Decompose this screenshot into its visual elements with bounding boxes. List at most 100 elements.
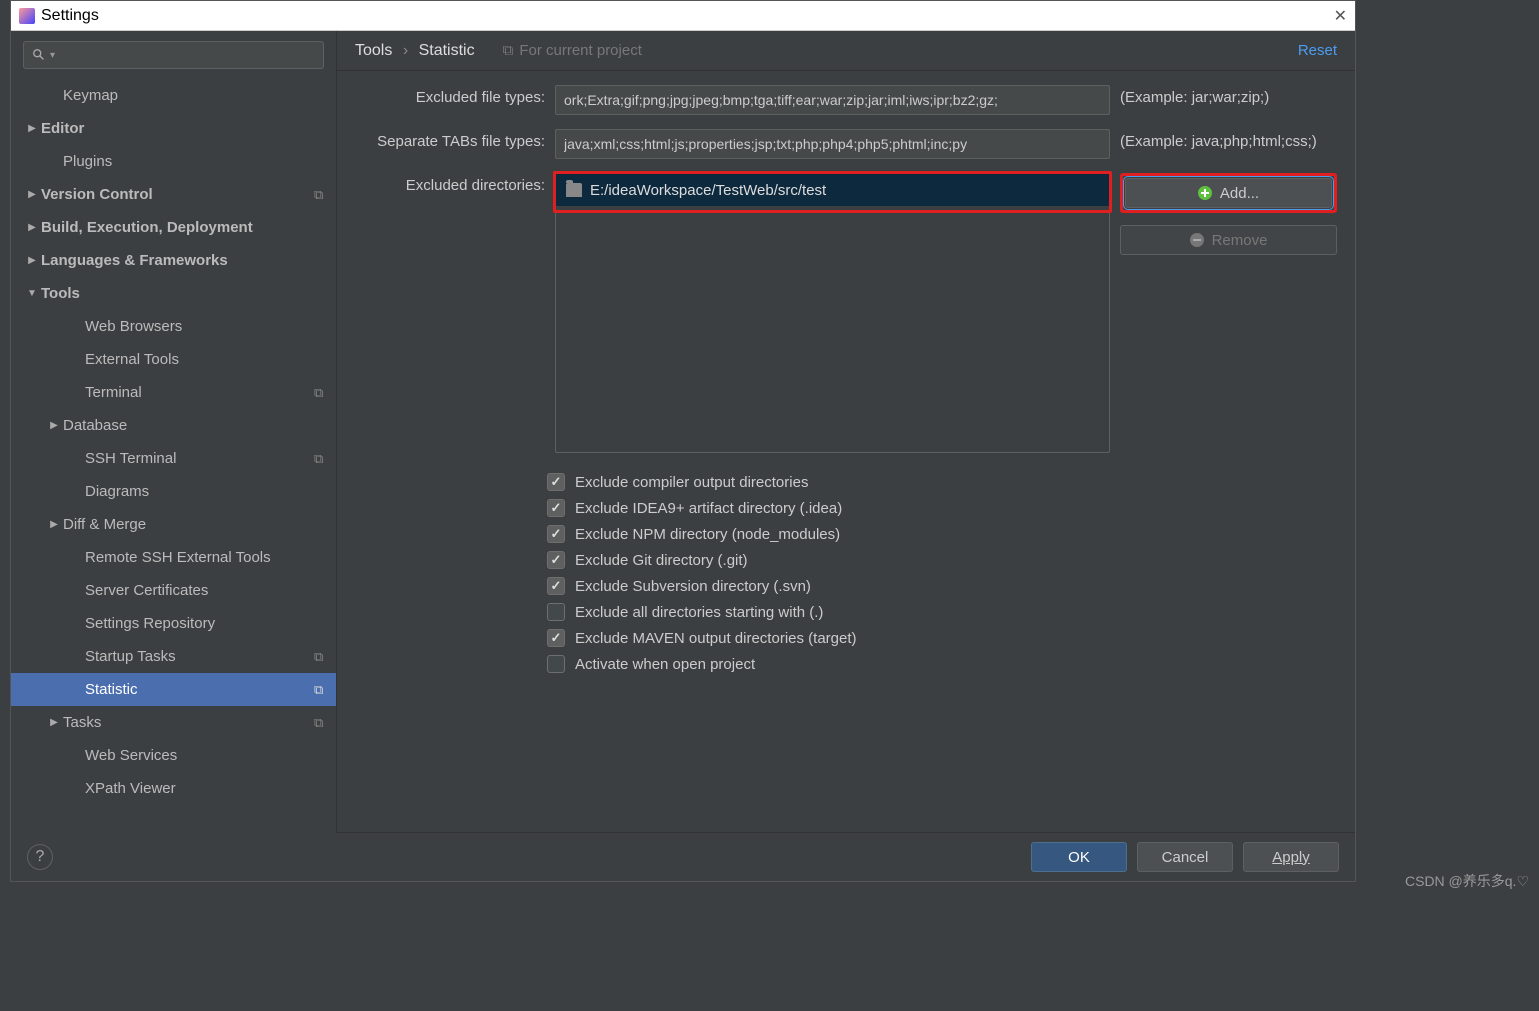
sidebar-item-label: Tasks — [63, 714, 314, 731]
sidebar-item-startup-tasks[interactable]: Startup Tasks⧉ — [11, 640, 336, 673]
add-button[interactable]: Add... — [1125, 178, 1332, 208]
sidebar-item-external-tools[interactable]: External Tools — [11, 343, 336, 376]
arrow-icon — [23, 189, 41, 200]
checkbox[interactable] — [547, 655, 565, 673]
sidebar-item-label: Tools — [41, 285, 336, 302]
settings-tree: Keymap Editor Plugins Version Control⧉ Build… — [11, 79, 336, 833]
sidebar-item-label: Editor — [41, 120, 336, 137]
breadcrumb: Tools › Statistic — [355, 42, 475, 60]
sidebar-item-diff-merge[interactable]: Diff & Merge — [11, 508, 336, 541]
check-row: Activate when open project — [547, 655, 1337, 673]
checkbox[interactable] — [547, 525, 565, 543]
sidebar-item-label: Terminal — [85, 384, 314, 401]
sidebar-item-label: Statistic — [85, 681, 314, 698]
close-icon[interactable]: ✕ — [1334, 6, 1347, 26]
checkbox-label: Exclude Git directory (.git) — [575, 552, 748, 569]
checkbox[interactable] — [547, 473, 565, 491]
checkbox-label: Exclude NPM directory (node_modules) — [575, 526, 840, 543]
sidebar-item-remote-ssh-external-tools[interactable]: Remote SSH External Tools — [11, 541, 336, 574]
sidebar-item-label: Settings Repository — [85, 615, 336, 632]
sidebar-item-server-certificates[interactable]: Server Certificates — [11, 574, 336, 607]
sidebar-item-languages-frameworks[interactable]: Languages & Frameworks — [11, 244, 336, 277]
sidebar-item-database[interactable]: Database — [11, 409, 336, 442]
sidebar-item-plugins[interactable]: Plugins — [11, 145, 336, 178]
separate-tabs-input[interactable] — [555, 129, 1110, 159]
search-input[interactable]: ▾ — [23, 41, 324, 69]
checkbox[interactable] — [547, 629, 565, 647]
excluded-types-example: (Example: jar;war;zip;) — [1120, 85, 1337, 106]
arrow-icon — [45, 519, 63, 530]
excluded-types-input[interactable] — [555, 85, 1110, 115]
sidebar-item-settings-repository[interactable]: Settings Repository — [11, 607, 336, 640]
separate-tabs-example: (Example: java;php;html;css;) — [1120, 129, 1337, 150]
arrow-icon — [23, 288, 41, 299]
window-title: Settings — [41, 7, 99, 25]
reset-link[interactable]: Reset — [1298, 42, 1337, 59]
sidebar-item-build-execution-deployment[interactable]: Build, Execution, Deployment — [11, 211, 336, 244]
check-row: Exclude Subversion directory (.svn) — [547, 577, 1337, 595]
sidebar-item-label: Server Certificates — [85, 582, 336, 599]
scope-icon: ⧉ — [314, 649, 336, 665]
sidebar-item-web-services[interactable]: Web Services — [11, 739, 336, 772]
arrow-icon — [23, 123, 41, 134]
sidebar-item-editor[interactable]: Editor — [11, 112, 336, 145]
remove-button[interactable]: Remove — [1120, 225, 1337, 255]
plus-icon — [1198, 186, 1212, 200]
scope-icon: ⧉ — [314, 715, 336, 731]
copy-icon: ⧉ — [503, 42, 514, 59]
highlight-box: Add... — [1120, 173, 1337, 213]
sidebar-item-keymap[interactable]: Keymap — [11, 79, 336, 112]
sidebar-item-diagrams[interactable]: Diagrams — [11, 475, 336, 508]
breadcrumb-root: Tools — [355, 42, 392, 59]
sidebar-item-label: External Tools — [85, 351, 336, 368]
sidebar-item-label: Build, Execution, Deployment — [41, 219, 336, 236]
sidebar-item-label: Plugins — [63, 153, 336, 170]
cancel-button[interactable]: Cancel — [1137, 842, 1233, 872]
separate-tabs-label: Separate TABs file types: — [355, 129, 545, 150]
scope-icon: ⧉ — [314, 682, 336, 698]
sidebar-item-label: Remote SSH External Tools — [85, 549, 336, 566]
ok-button[interactable]: OK — [1031, 842, 1127, 872]
sidebar-item-tasks[interactable]: Tasks⧉ — [11, 706, 336, 739]
sidebar-item-label: Languages & Frameworks — [41, 252, 336, 269]
checkbox[interactable] — [547, 499, 565, 517]
check-row: Exclude Git directory (.git) — [547, 551, 1337, 569]
scope-icon: ⧉ — [314, 385, 336, 401]
sidebar-item-label: Diff & Merge — [63, 516, 336, 533]
excluded-types-label: Excluded file types: — [355, 85, 545, 106]
excluded-dirs-list[interactable]: E:/ideaWorkspace/TestWeb/src/test — [555, 173, 1110, 453]
sidebar-item-label: Diagrams — [85, 483, 336, 500]
sidebar-item-label: Startup Tasks — [85, 648, 314, 665]
excluded-dir-item[interactable]: E:/ideaWorkspace/TestWeb/src/test — [556, 174, 1109, 206]
apply-button[interactable]: Apply — [1243, 842, 1339, 872]
sidebar-item-statistic[interactable]: Statistic⧉ — [11, 673, 336, 706]
sidebar-item-label: Database — [63, 417, 336, 434]
app-logo-icon — [19, 8, 35, 24]
sidebar-item-ssh-terminal[interactable]: SSH Terminal⧉ — [11, 442, 336, 475]
checkbox-list: Exclude compiler output directories Exclu… — [337, 467, 1355, 687]
check-row: Exclude all directories starting with (.… — [547, 603, 1337, 621]
check-row: Exclude MAVEN output directories (target… — [547, 629, 1337, 647]
sidebar-item-label: SSH Terminal — [85, 450, 314, 467]
arrow-icon — [23, 255, 41, 266]
arrow-icon — [45, 420, 63, 431]
checkbox[interactable] — [547, 551, 565, 569]
checkbox[interactable] — [547, 603, 565, 621]
arrow-icon — [23, 222, 41, 233]
help-button[interactable]: ? — [27, 844, 53, 870]
excluded-dirs-label: Excluded directories: — [355, 173, 545, 194]
check-row: Exclude compiler output directories — [547, 473, 1337, 491]
sidebar-item-label: Web Browsers — [85, 318, 336, 335]
sidebar-item-terminal[interactable]: Terminal⧉ — [11, 376, 336, 409]
scope-icon: ⧉ — [314, 451, 336, 467]
sidebar-item-tools[interactable]: Tools — [11, 277, 336, 310]
settings-window: Settings ✕ ▾ Keymap Editor Plugins Version … — [10, 0, 1356, 882]
checkbox[interactable] — [547, 577, 565, 595]
sidebar-item-version-control[interactable]: Version Control⧉ — [11, 178, 336, 211]
excluded-dir-path: E:/ideaWorkspace/TestWeb/src/test — [590, 182, 826, 199]
project-scope-hint: ⧉ For current project — [503, 42, 642, 59]
sidebar-item-xpath-viewer[interactable]: XPath Viewer — [11, 772, 336, 805]
checkbox-label: Exclude IDEA9+ artifact directory (.idea… — [575, 500, 842, 517]
search-icon — [32, 48, 46, 62]
sidebar-item-web-browsers[interactable]: Web Browsers — [11, 310, 336, 343]
